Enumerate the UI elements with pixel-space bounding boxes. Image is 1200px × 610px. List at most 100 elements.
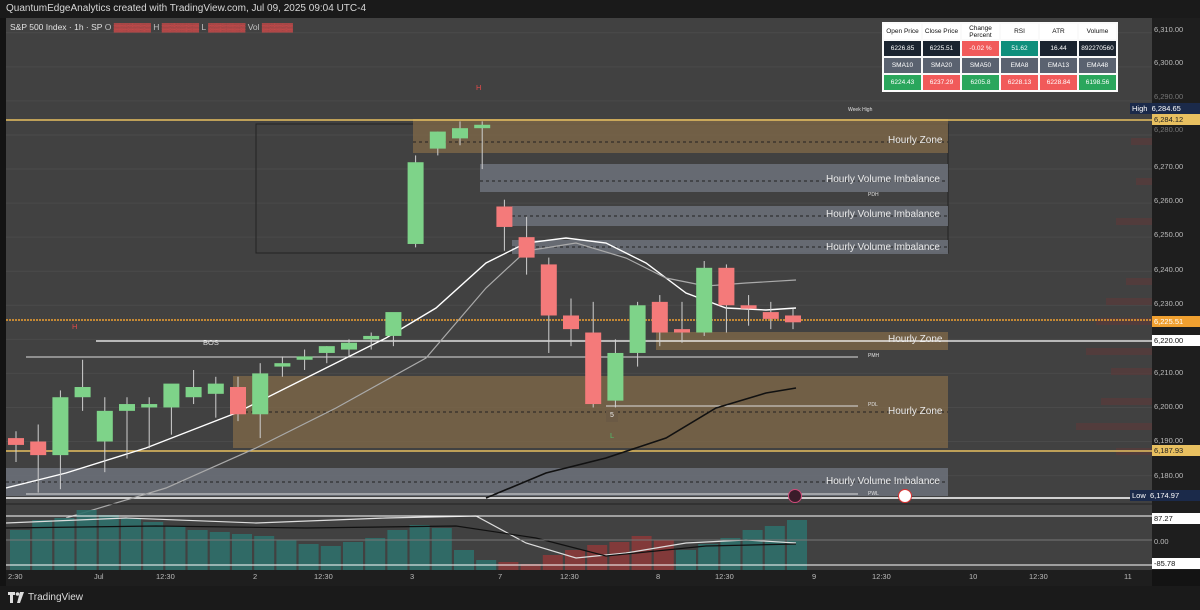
symbol-name[interactable]: S&P 500 Index · 1h · SP: [10, 22, 102, 32]
oscillator-bar: [742, 530, 763, 570]
candle-body: [563, 315, 579, 330]
time-label: 11: [1124, 572, 1132, 581]
chart-pane[interactable]: S&P 500 Index · 1h · SP O ▓▓▓▓▓▓ H ▓▓▓▓▓…: [6, 18, 1152, 570]
pdh-label: PDH: [868, 192, 879, 198]
time-label: 2:30: [8, 572, 23, 581]
earnings-icon[interactable]: [788, 489, 802, 503]
change-percent-cell: -0.02 %: [962, 41, 999, 56]
logo-text: TradingView: [28, 592, 84, 603]
table-cell: SMA20: [923, 58, 960, 73]
candle-body: [452, 128, 468, 139]
table-cell: ATR: [1040, 24, 1077, 39]
oscillator-bar: [587, 545, 608, 570]
table-cell: Close Price: [923, 24, 960, 39]
time-label: 7: [498, 572, 503, 581]
oscillator-bar: [320, 546, 341, 570]
candle-body: [185, 387, 202, 398]
hourly-zone-label: Hourly Zone: [888, 406, 943, 417]
osc-tick: 0.00: [1154, 537, 1169, 546]
open-price-cell: 6226.85: [884, 41, 921, 56]
candle-body: [496, 206, 513, 227]
price-chart[interactable]: [6, 18, 1152, 570]
chart-title: QuantumEdgeAnalytics created with Tradin…: [6, 3, 367, 14]
time-label: 9: [812, 572, 817, 581]
volume-profile-bar: [1126, 278, 1152, 285]
table-value-row-1: 6226.85 6225.51 -0.02 % 51.62 16.44 8922…: [884, 41, 1116, 56]
price-tick: 6,230.00: [1154, 299, 1184, 308]
volume-profile-bar: [1086, 348, 1152, 355]
ema48-cell: 6198.56: [1079, 75, 1116, 90]
table-cell: EMA48: [1079, 58, 1116, 73]
legend-low: L: [201, 22, 206, 32]
candle-body: [230, 387, 246, 415]
footer-bar: TradingView: [0, 586, 1200, 610]
time-label: 8: [656, 572, 661, 581]
time-axis[interactable]: 2:30 Jul 12:30 2 12:30 3 7 12:30 8 12:30…: [6, 570, 1152, 586]
candle-body: [429, 131, 446, 149]
high-marker: H: [476, 83, 482, 92]
us-flag-icon[interactable]: [898, 489, 912, 503]
candle-body: [718, 267, 735, 306]
close-price-cell: 6225.51: [923, 41, 960, 56]
table-cell: SMA10: [884, 58, 921, 73]
candle-body: [629, 305, 646, 353]
count-badge: 5: [606, 410, 618, 422]
time-label: 12:30: [872, 572, 891, 581]
candle-body: [474, 124, 491, 129]
high-badge: High 6,284.65: [1130, 103, 1200, 114]
legend-high-value: ▓▓▓▓▓▓: [161, 22, 199, 32]
candle-body: [341, 342, 357, 350]
candle-body: [296, 356, 313, 360]
price-tick: 6,180.00: [1154, 471, 1184, 480]
time-label: Jul: [94, 572, 104, 581]
candle-body: [385, 312, 402, 336]
oscillator-bar: [609, 542, 630, 570]
symbol-legend: S&P 500 Index · 1h · SP O ▓▓▓▓▓▓ H ▓▓▓▓▓…: [10, 22, 293, 32]
oscillator-bar: [54, 518, 75, 570]
oscillator-bar: [698, 544, 719, 570]
candle-body: [585, 332, 602, 405]
oscillator-bar: [10, 530, 30, 570]
time-label: 12:30: [1029, 572, 1048, 581]
candle-body: [407, 162, 424, 244]
oscillator-bar: [542, 555, 563, 570]
oscillator-bar: [143, 522, 164, 570]
bos-label: BOS: [203, 338, 219, 347]
pwl-label: PWL: [868, 491, 879, 497]
oscillator-bar: [98, 515, 119, 570]
week-high-label: Week High: [848, 107, 873, 113]
sma50-cell: 6205.8: [962, 75, 999, 90]
hourly-zone: [413, 119, 948, 153]
time-label: 12:30: [715, 572, 734, 581]
price-tick: 6,290.00: [1154, 92, 1184, 101]
price-tick: 6,210.00: [1154, 368, 1184, 377]
imbalance-label: Hourly Volume Imbalance: [826, 476, 940, 487]
candle-body: [52, 397, 69, 456]
price-badge: 6,187.93: [1152, 445, 1200, 456]
hourly-zone-label: Hourly Zone: [888, 334, 943, 345]
table-header-row-1: Open Price Close Price Change Percent RS…: [884, 24, 1116, 39]
candle-body: [762, 312, 779, 319]
osc-badge: -85.78: [1152, 558, 1200, 569]
table-cell: RSI: [1001, 24, 1038, 39]
candle-body: [651, 301, 668, 333]
time-label: 12:30: [314, 572, 333, 581]
tradingview-logo[interactable]: TradingView: [8, 592, 83, 603]
oscillator-bar: [787, 520, 807, 570]
candle-body: [141, 404, 158, 408]
pdl-label: PDL: [868, 402, 878, 408]
time-label: 10: [969, 572, 978, 581]
oscillator-bar: [343, 542, 363, 570]
ema8-cell: 6228.13: [1001, 75, 1038, 90]
tradingview-window: QuantumEdgeAnalytics created with Tradin…: [0, 0, 1200, 610]
volume-profile-bar: [1136, 178, 1152, 185]
oscillator-bar: [209, 532, 230, 570]
price-tick: 6,270.00: [1154, 162, 1184, 171]
tradingview-icon: [8, 592, 24, 603]
table-header-row-2: SMA10 SMA20 SMA50 EMA8 EMA13 EMA48: [884, 58, 1116, 73]
high-marker: H: [72, 322, 78, 331]
oscillator-bar: [165, 526, 186, 570]
candle-body: [96, 410, 113, 442]
price-axis[interactable]: 6,310.00 6,300.00 6,290.00 6,280.00 6,27…: [1130, 18, 1200, 570]
candle-body: [607, 352, 624, 401]
